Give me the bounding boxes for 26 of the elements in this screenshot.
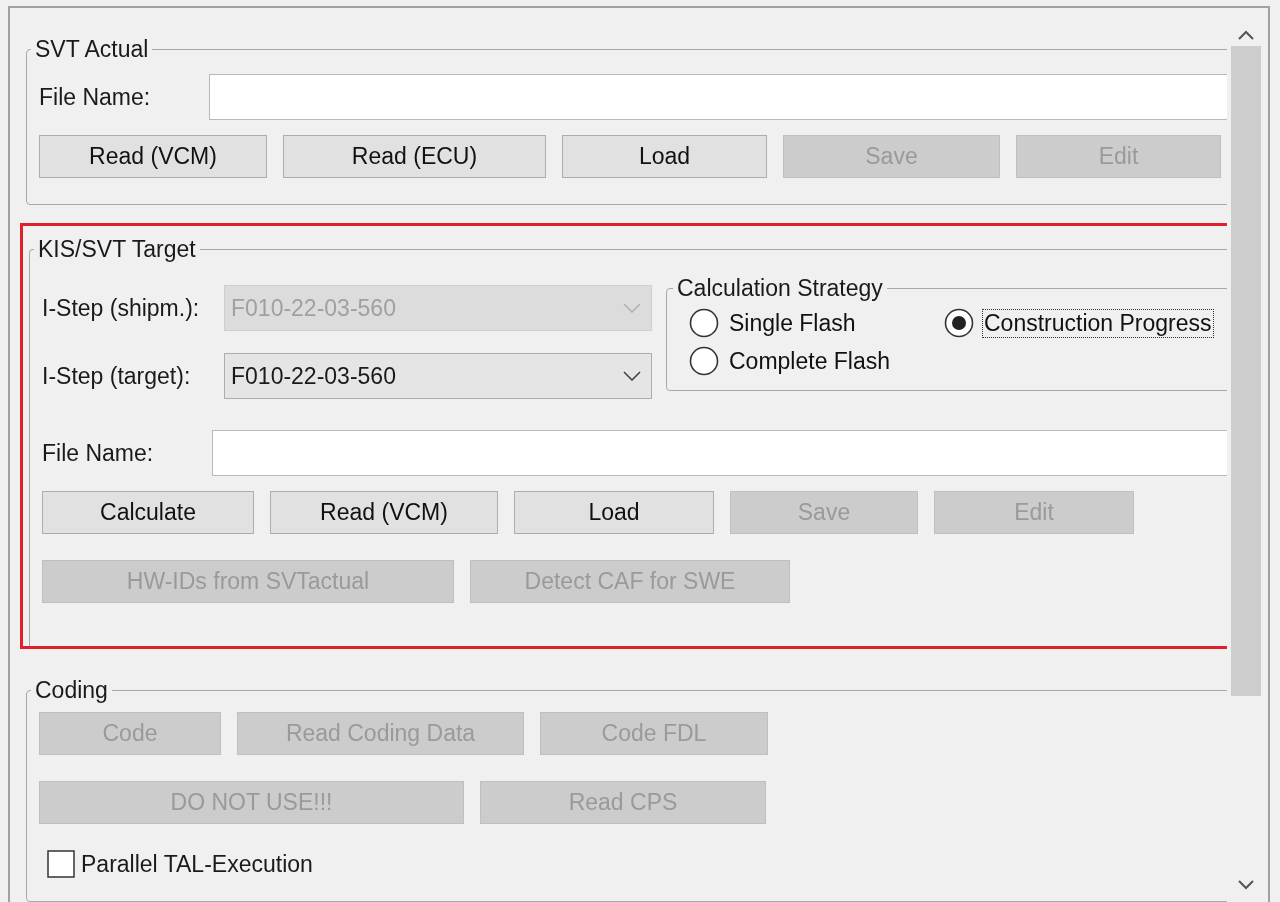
checkbox[interactable] — [47, 850, 75, 878]
field-label: File Name: — [39, 83, 152, 111]
group-title: SVT Actual — [34, 36, 150, 63]
dropdown[interactable]: F010-22-03-560 — [224, 353, 652, 399]
action-button[interactable]: Calculate — [42, 491, 254, 534]
field-label: I-Step (shipm.): — [42, 294, 201, 322]
radio-option[interactable]: Complete Flash — [689, 346, 944, 376]
action-button[interactable]: Read (VCM) — [270, 491, 498, 534]
chevron-down-icon — [623, 303, 641, 313]
group-title: KIS/SVT Target — [37, 236, 197, 263]
group-title: Coding — [34, 677, 109, 704]
action-button[interactable]: Read (VCM) — [39, 135, 267, 178]
chevron-down-icon — [623, 371, 641, 381]
scroll-up-icon[interactable] — [1238, 30, 1254, 40]
radio-option[interactable]: Single Flash — [689, 308, 944, 338]
group-title: Calculation Strategy — [676, 275, 884, 302]
file-name-field[interactable] — [212, 430, 1227, 476]
action-button[interactable]: Load — [514, 491, 714, 534]
field-label: I-Step (target): — [42, 362, 192, 390]
scrollbar-thumb[interactable] — [1231, 46, 1261, 696]
file-name-field[interactable] — [209, 74, 1227, 120]
scroll-down-icon[interactable] — [1238, 880, 1254, 890]
action-button[interactable]: Load — [562, 135, 767, 178]
field-label: File Name: — [42, 439, 155, 467]
checkbox-label: Parallel TAL-Execution — [81, 850, 313, 878]
action-button[interactable]: Read (ECU) — [283, 135, 546, 178]
